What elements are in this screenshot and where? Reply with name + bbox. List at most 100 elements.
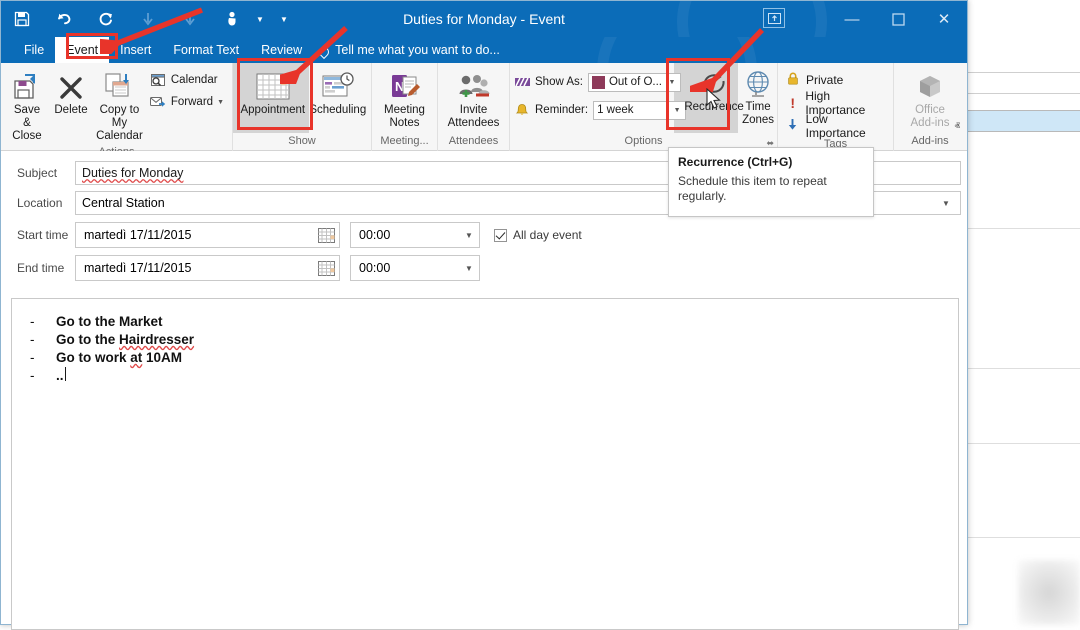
tell-me-search[interactable]: Tell me what you want to do... xyxy=(313,43,500,60)
meeting-notes-label-1: Meeting xyxy=(384,104,425,116)
save-and-close-button[interactable]: Save & Close xyxy=(5,66,49,145)
end-date-value: martedì 17/11/2015 xyxy=(84,261,192,275)
ribbon-display-options-icon[interactable] xyxy=(763,8,785,28)
recurrence-button[interactable]: Recurrence xyxy=(684,63,744,116)
ribbon-group-tags: Private ! High Importance Low Importance… xyxy=(778,63,894,151)
reminder-combo[interactable]: 1 week ▼ xyxy=(593,100,687,120)
appointment-button[interactable]: Appointment xyxy=(237,66,309,119)
body-text-misspelled: at xyxy=(130,350,143,365)
body-dash: - xyxy=(30,314,35,329)
start-time-input[interactable]: 00:00 ▼ xyxy=(350,222,480,248)
tab-event[interactable]: Event xyxy=(55,37,110,63)
minimize-button[interactable]: — xyxy=(829,1,875,37)
group-label-add-ins: Add-ins xyxy=(911,135,949,147)
reminder-caret-icon[interactable]: ▼ xyxy=(671,107,683,114)
location-caret-icon[interactable]: ▼ xyxy=(938,199,954,208)
start-date-input[interactable]: martedì 17/11/2015 xyxy=(75,222,340,248)
body-text: .. xyxy=(56,368,64,383)
next-item-icon[interactable] xyxy=(169,1,211,37)
delete-button[interactable]: Delete xyxy=(49,66,93,119)
all-day-event-checkbox[interactable]: All day event xyxy=(494,228,582,242)
show-as-combo[interactable]: Out of O... ▼ xyxy=(587,72,681,92)
end-time-input[interactable]: 00:00 ▼ xyxy=(350,255,480,281)
lock-icon xyxy=(786,72,800,88)
group-label-attendees: Attendees xyxy=(448,135,499,147)
office-addins-icon xyxy=(915,68,945,102)
low-importance-button[interactable]: Low Importance xyxy=(782,112,889,140)
calendar-picker-icon[interactable] xyxy=(318,260,335,276)
show-as-caret-icon[interactable]: ▼ xyxy=(666,79,678,86)
office-add-ins-button[interactable]: Office Add-ins xyxy=(902,66,958,132)
save-icon[interactable] xyxy=(1,1,43,37)
actions-small-buttons: Calendar Forward ▼ xyxy=(146,66,228,113)
reminder-label: Reminder: xyxy=(535,104,589,116)
ribbon-group-attendees: Invite Attendees Attendees xyxy=(438,63,510,151)
undo-icon[interactable] xyxy=(43,1,85,37)
collapse-ribbon-button[interactable]: ⱏ xyxy=(955,121,960,134)
reminder-row: Reminder: 1 week ▼ xyxy=(514,98,687,122)
tell-me-label: Tell me what you want to do... xyxy=(335,43,500,57)
end-date-input[interactable]: martedì 17/11/2015 xyxy=(75,255,340,281)
recurrence-label: Recurrence xyxy=(684,101,744,113)
show-as-row: Show As: Out of O... ▼ xyxy=(514,70,686,94)
recurrence-tooltip: Recurrence (Ctrl+G) Schedule this item t… xyxy=(668,147,874,217)
tab-format-text[interactable]: Format Text xyxy=(162,37,250,63)
tab-review[interactable]: Review xyxy=(250,37,313,63)
time-zones-label-2: Zones xyxy=(742,114,775,126)
calendar-button[interactable]: Calendar xyxy=(146,69,228,91)
scheduling-button[interactable]: Scheduling xyxy=(309,66,367,119)
subject-label: Subject xyxy=(17,166,58,180)
customize-qat-icon[interactable]: ▼ xyxy=(267,1,301,37)
forward-caret-icon[interactable]: ▼ xyxy=(217,99,224,106)
ribbon-tab-row: File Event Insert Format Text Review Tel… xyxy=(1,37,967,63)
copy-to-my-calendar-button[interactable]: Copy to My Calendar xyxy=(93,66,146,145)
title-bar: ▼ ▼ Duties for Monday - Event — ✕ xyxy=(1,1,967,37)
window-buttons: — ✕ xyxy=(829,1,967,37)
quick-access-toolbar: ▼ ▼ xyxy=(1,1,301,37)
body-line: - Go to the Market xyxy=(30,313,948,331)
invite-attendees-button[interactable]: Invite Attendees xyxy=(442,66,505,132)
delete-label-1: Delete xyxy=(54,104,88,116)
all-day-checkbox-box[interactable] xyxy=(494,228,507,242)
copy-to-my-calendar-label-2: Calendar xyxy=(96,130,143,142)
body-line: - Go to work at 10AM xyxy=(30,350,183,365)
tab-insert[interactable]: Insert xyxy=(109,37,162,63)
body-line: - Go to the Hairdresser xyxy=(30,332,195,347)
event-body-editor[interactable]: - Go to the Market - Go to the Hairdress… xyxy=(11,298,959,630)
start-time-label: Start time xyxy=(17,228,69,242)
forward-button[interactable]: Forward ▼ xyxy=(146,91,228,113)
ribbon-group-actions: Save & Close Delete Copy to My Calendar … xyxy=(1,63,233,158)
body-text-misspelled: Hairdresser xyxy=(119,332,195,347)
forward-icon xyxy=(150,94,167,110)
decorative-swirl-icon xyxy=(597,37,757,63)
ribbon-group-meeting-notes: N Meeting Notes Meeting... xyxy=(372,63,438,151)
touch-mode-icon[interactable] xyxy=(211,1,253,37)
redo-icon[interactable] xyxy=(85,1,127,37)
previous-item-icon[interactable] xyxy=(127,1,169,37)
show-as-value: Out of O... xyxy=(608,76,663,88)
show-as-swatch xyxy=(591,75,605,89)
private-label: Private xyxy=(806,72,844,87)
appointment-grid-icon xyxy=(255,68,291,102)
start-time-row: Start time martedì 17/11/2015 00:00 ▼ Al… xyxy=(7,221,961,249)
end-time-label: End time xyxy=(17,261,65,275)
end-time-caret-icon[interactable]: ▼ xyxy=(462,264,476,273)
close-button[interactable]: ✕ xyxy=(921,1,967,37)
office-add-ins-label-2: Add-ins xyxy=(910,117,950,129)
save-and-close-label-1: Save & xyxy=(13,104,41,129)
forward-label: Forward xyxy=(170,96,214,108)
calendar-picker-icon[interactable] xyxy=(318,227,335,243)
calendar-search-icon xyxy=(150,72,167,88)
tab-file[interactable]: File xyxy=(13,37,55,63)
touch-mode-caret-icon[interactable]: ▼ xyxy=(253,1,267,37)
scheduling-label: Scheduling xyxy=(309,104,367,116)
exclamation-icon: ! xyxy=(790,94,795,111)
group-label-meeting-notes: Meeting... xyxy=(380,135,429,147)
show-as-icon xyxy=(514,75,530,90)
maximize-button[interactable] xyxy=(875,1,921,37)
meeting-notes-button[interactable]: N Meeting Notes xyxy=(376,66,433,132)
start-time-caret-icon[interactable]: ▼ xyxy=(462,231,476,240)
time-zones-button[interactable]: Time Zones xyxy=(736,63,780,129)
copy-calendar-icon xyxy=(103,68,135,102)
subject-value: Duties for Monday xyxy=(82,166,184,180)
